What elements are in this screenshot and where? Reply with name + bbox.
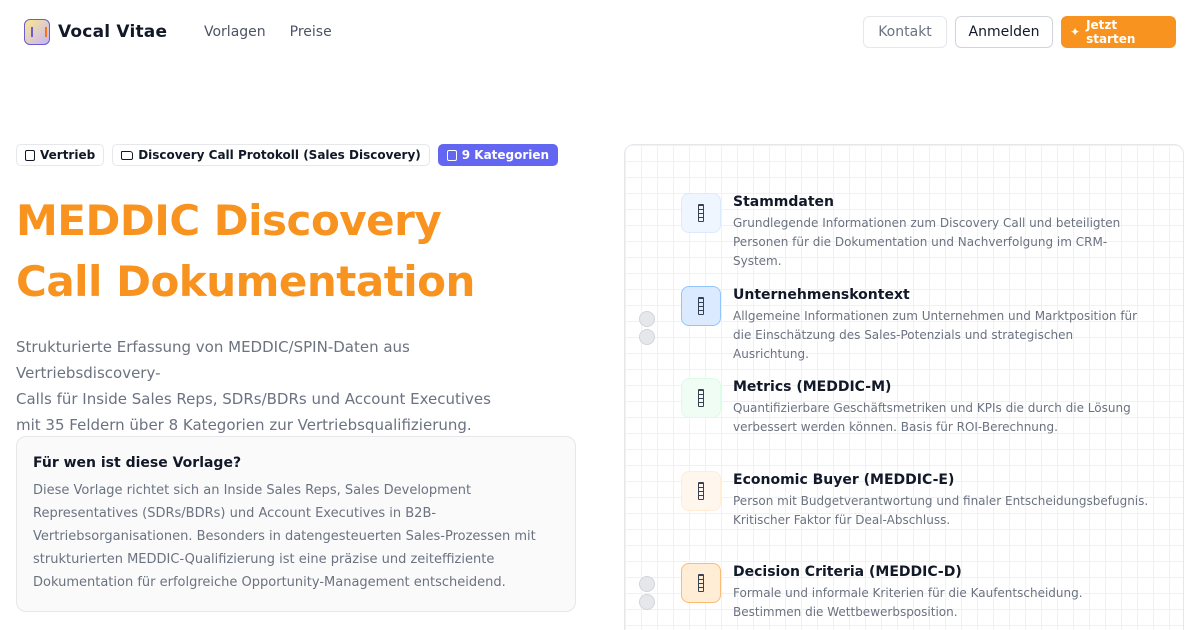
category-description: Formale und informale Kriterien für die … — [733, 586, 1083, 619]
document-icon — [681, 193, 721, 233]
category-description: Grundlegende Informationen zum Discovery… — [733, 216, 1121, 268]
kontakt-button[interactable]: Kontakt — [863, 16, 947, 48]
page-title: MEDDIC Discovery Call Dokumentation — [16, 190, 576, 312]
document-icon — [681, 563, 721, 603]
category-title: Stammdaten — [733, 194, 835, 210]
main-nav: Vorlagen Preise — [204, 24, 332, 40]
brand-name: Vocal Vitae — [58, 22, 168, 42]
sparkle-icon: ✦ — [1070, 25, 1081, 39]
badge-category-label: Vertrieb — [40, 148, 96, 162]
category-item[interactable]: Decision Criteria (MEDDIC-D) Formale und… — [681, 563, 1151, 622]
category-description: Quantifizierbare Geschäftsmetriken und K… — [733, 401, 1131, 434]
category-item[interactable]: Economic Buyer (MEDDIC-E) Person mit Bud… — [681, 471, 1151, 530]
category-description: Allgemeine Informationen zum Unternehmen… — [733, 309, 1138, 361]
category-item[interactable]: Unternehmenskontext Allgemeine Informati… — [681, 286, 1151, 364]
categories-panel: Stammdaten Grundlegende Informationen zu… — [624, 144, 1184, 630]
badge-template[interactable]: Discovery Call Protokoll (Sales Discover… — [112, 144, 430, 166]
connector-dot[interactable] — [639, 311, 655, 327]
audience-card: Für wen ist diese Vorlage? Diese Vorlage… — [16, 436, 576, 612]
badge-category-count: 9 Kategorien — [437, 144, 559, 166]
brand-logo[interactable]: Vocal Vitae — [24, 19, 167, 45]
category-item[interactable]: Metrics (MEDDIC-M) Quantifizierbare Gesc… — [681, 378, 1151, 437]
connector-handles — [639, 576, 655, 610]
connector-handles — [639, 311, 655, 345]
document-icon — [681, 286, 721, 326]
nav-vorlagen[interactable]: Vorlagen — [204, 24, 266, 40]
folder-icon — [121, 150, 134, 160]
top-nav-bar: Vocal Vitae Vorlagen Preise Kontakt Anme… — [0, 0, 1200, 64]
connector-dot[interactable] — [639, 576, 655, 592]
badge-category[interactable]: Vertrieb — [16, 144, 105, 166]
subtitle-line-1: Strukturierte Erfassung von MEDDIC/SPIN-… — [16, 338, 410, 382]
page-subtitle: Strukturierte Erfassung von MEDDIC/SPIN-… — [16, 334, 556, 438]
connector-dot[interactable] — [639, 594, 655, 610]
jetzt-starten-button[interactable]: ✦ Jetzt starten — [1061, 16, 1176, 48]
title-line-1: MEDDIC Discovery — [16, 196, 442, 245]
nav-preise[interactable]: Preise — [290, 24, 332, 40]
jetzt-starten-label: Jetzt starten — [1086, 18, 1136, 46]
title-line-2: Call Dokumentation — [16, 257, 475, 306]
category-description: Person mit Budgetverantwortung und final… — [733, 494, 1149, 527]
logo-icon — [24, 19, 50, 45]
header-actions: Kontakt Anmelden ✦ Jetzt starten — [863, 16, 1176, 48]
phone-icon — [25, 149, 35, 161]
category-item[interactable]: Stammdaten Grundlegende Informationen zu… — [681, 193, 1151, 271]
audience-title: Für wen ist diese Vorlage? — [33, 455, 242, 471]
subtitle-line-2: Calls für Inside Sales Reps, SDRs/BDRs u… — [16, 390, 491, 408]
document-icon — [681, 378, 721, 418]
category-title: Economic Buyer (MEDDIC-E) — [733, 472, 955, 488]
category-title: Metrics (MEDDIC-M) — [733, 379, 892, 395]
category-title: Unternehmenskontext — [733, 287, 910, 303]
connector-dot[interactable] — [639, 329, 655, 345]
document-icon — [446, 149, 457, 161]
anmelden-button[interactable]: Anmelden — [955, 16, 1053, 48]
badge-template-label: Discovery Call Protokoll (Sales Discover… — [138, 148, 421, 162]
subtitle-line-3: mit 35 Feldern über 8 Kategorien zur Ver… — [16, 416, 472, 434]
category-title: Decision Criteria (MEDDIC-D) — [733, 564, 962, 580]
template-badges: Vertrieb Discovery Call Protokoll (Sales… — [16, 144, 559, 166]
document-icon — [681, 471, 721, 511]
audience-text: Diese Vorlage richtet sich an Inside Sal… — [33, 483, 536, 590]
badge-count-label: 9 Kategorien — [461, 148, 550, 162]
